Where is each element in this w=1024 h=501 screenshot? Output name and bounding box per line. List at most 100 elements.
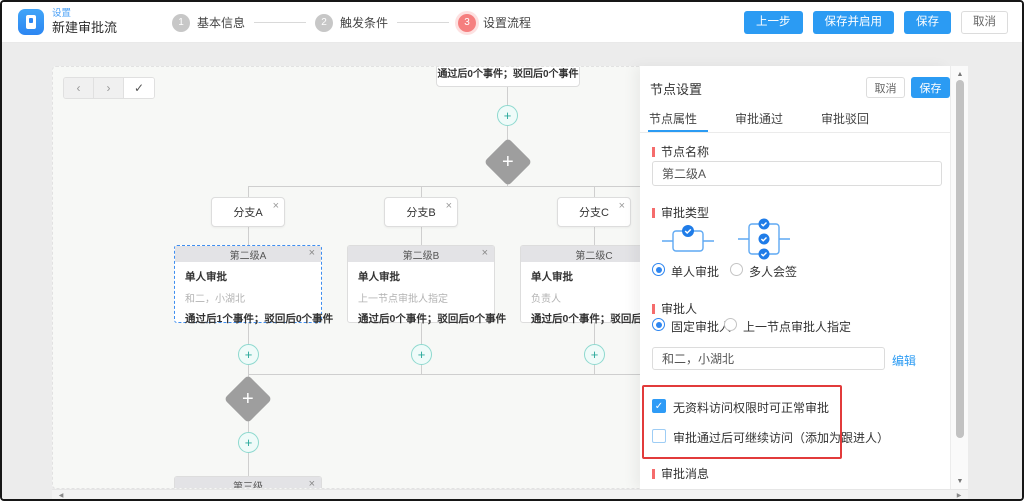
tab-approval-passed[interactable]: 审批通过 (735, 110, 783, 127)
workspace: ‹ › ✓ 通过后0个事件；驳回后0个事件 + + (2, 43, 1022, 499)
panel-tabs: 节点属性 审批通过 审批驳回 (649, 110, 869, 127)
node-approver: 上一节点审批人指定 (358, 290, 484, 305)
app-logo-icon (18, 9, 44, 35)
step-1-circle: 1 (172, 14, 190, 32)
top-bar: 设置 新建审批流 1 基本信息 2 触发条件 3 设置流程 上一步 保存并启用 … (2, 2, 1022, 43)
step-basic-info: 1 基本信息 (172, 14, 245, 32)
scroll-up-icon[interactable]: ▲ (951, 68, 969, 80)
close-icon[interactable]: × (309, 478, 315, 489)
redo-button[interactable]: › (94, 78, 124, 98)
scroll-left-icon[interactable]: ◀ (55, 490, 67, 501)
page-title: 新建审批流 (52, 20, 117, 36)
approver-input[interactable] (652, 347, 885, 370)
checkbox-approve-without-access-label[interactable]: 无资料访问权限时可正常审批 (673, 399, 829, 416)
start-node-card[interactable]: 通过后0个事件；驳回后0个事件 (436, 66, 580, 87)
plus-icon: + (502, 152, 514, 172)
node-title: 第三级 (233, 478, 263, 490)
node-approval-type: 单人审批 (185, 269, 311, 284)
radio-fixed-approver[interactable] (652, 318, 665, 331)
step-connector (397, 22, 449, 23)
panel-vertical-scrollbar[interactable]: ▲ ▼ (950, 66, 968, 489)
panel-save-button[interactable]: 保存 (911, 77, 950, 98)
add-node-button[interactable]: + (497, 105, 518, 126)
radio-multi-countersign[interactable] (730, 263, 743, 276)
radio-single-approval-label[interactable]: 单人审批 (671, 263, 719, 280)
node-card-header: 第三级 × (175, 477, 321, 489)
node-card-level2b[interactable]: 第二级B × 单人审批 上一节点审批人指定 通过后0个事件；驳回后0个事件 (347, 245, 495, 323)
close-icon[interactable]: × (309, 247, 315, 259)
branch-a-box[interactable]: 分支A × (211, 197, 285, 227)
node-approver: 负责人 (531, 290, 657, 305)
scroll-down-icon[interactable]: ▼ (951, 475, 969, 487)
radio-single-approval[interactable] (652, 263, 665, 276)
connector-line (248, 374, 708, 375)
multi-countersign-icon (738, 215, 790, 263)
node-card-header: 第二级B × (348, 246, 494, 262)
save-button[interactable]: 保存 (904, 11, 951, 35)
step-indicator: 1 基本信息 2 触发条件 3 设置流程 (172, 2, 531, 43)
radio-fixed-approver-label[interactable]: 固定审批人 (671, 318, 731, 335)
vertical-scroll-thumb[interactable] (956, 80, 964, 438)
plus-icon: + (245, 348, 253, 361)
active-tab-underline (648, 130, 708, 132)
step-2-label: 触发条件 (340, 14, 388, 31)
node-card-body: 单人审批 和二，小湖北 通过后1个事件；驳回后0个事件 (175, 262, 321, 326)
panel-cancel-button[interactable]: 取消 (866, 77, 905, 98)
close-icon[interactable]: × (619, 200, 625, 212)
plus-icon: + (245, 436, 253, 449)
branch-b-label: 分支B (406, 204, 435, 220)
branch-b-box[interactable]: 分支B × (384, 197, 458, 227)
close-icon[interactable]: × (446, 200, 452, 212)
node-events: 通过后1个事件；驳回后0个事件 (185, 311, 311, 326)
close-icon[interactable]: × (482, 247, 488, 259)
radio-previous-node-approver-label[interactable]: 上一节点审批人指定 (743, 318, 851, 335)
node-card-level2a[interactable]: 第二级A × 单人审批 和二，小湖北 通过后1个事件；驳回后0个事件 (174, 245, 322, 323)
save-and-enable-button[interactable]: 保存并启用 (813, 11, 895, 35)
approver-label: 审批人 (652, 300, 697, 317)
checkbox-continue-access[interactable] (652, 429, 666, 443)
connector-line (248, 186, 708, 187)
node-name-input[interactable] (652, 161, 942, 186)
canvas-horizontal-scrollbar[interactable]: ◀ ▶ (52, 489, 968, 500)
required-marker (652, 304, 655, 314)
canvas-toolbar: ‹ › ✓ (63, 77, 155, 99)
step-2-circle: 2 (315, 14, 333, 32)
step-connector (254, 22, 306, 23)
checkbox-continue-access-label[interactable]: 审批通过后可继续访问（添加为跟进人） (673, 429, 889, 446)
app-info: 设置 新建审批流 (18, 8, 117, 36)
branch-c-box[interactable]: 分支C × (557, 197, 631, 227)
add-node-button[interactable]: + (238, 432, 259, 453)
required-marker (652, 147, 655, 157)
radio-multi-countersign-label[interactable]: 多人会签 (749, 263, 797, 280)
tab-approval-rejected[interactable]: 审批驳回 (821, 110, 869, 127)
tab-node-properties[interactable]: 节点属性 (649, 110, 697, 127)
close-icon[interactable]: × (273, 200, 279, 212)
single-approver-icon (662, 219, 714, 257)
scroll-right-icon[interactable]: ▶ (953, 490, 965, 501)
add-node-button[interactable]: + (238, 344, 259, 365)
node-events: 通过后0个事件；驳回后0个事件 (358, 311, 484, 326)
validate-button[interactable]: ✓ (124, 78, 154, 98)
panel-title: 节点设置 (650, 79, 702, 98)
node-events: 通过后0个事件；驳回后0个事件 (531, 311, 657, 326)
node-title: 第二级C (575, 247, 612, 262)
node-card-level3[interactable]: 第三级 × (174, 476, 322, 489)
node-card-header: 第二级A × (175, 246, 321, 262)
annotation-highlight-box (642, 385, 842, 459)
radio-previous-node-approver[interactable] (724, 318, 737, 331)
node-approver: 和二，小湖北 (185, 290, 311, 305)
plus-icon: + (418, 348, 426, 361)
prev-step-button[interactable]: 上一步 (744, 11, 803, 35)
start-node-events: 通过后0个事件；驳回后0个事件 (437, 66, 578, 80)
approval-message-label: 审批消息 (652, 465, 709, 482)
branch-a-label: 分支A (233, 204, 262, 220)
undo-button[interactable]: ‹ (64, 78, 94, 98)
cancel-button[interactable]: 取消 (961, 11, 1008, 35)
add-node-button[interactable]: + (411, 344, 432, 365)
add-node-button[interactable]: + (584, 344, 605, 365)
edit-approver-link[interactable]: 编辑 (892, 352, 916, 369)
checkbox-approve-without-access[interactable]: ✓ (652, 399, 666, 413)
condition-branch-node[interactable]: + (484, 138, 532, 186)
required-marker (652, 208, 655, 218)
condition-branch-node[interactable]: + (224, 375, 272, 423)
